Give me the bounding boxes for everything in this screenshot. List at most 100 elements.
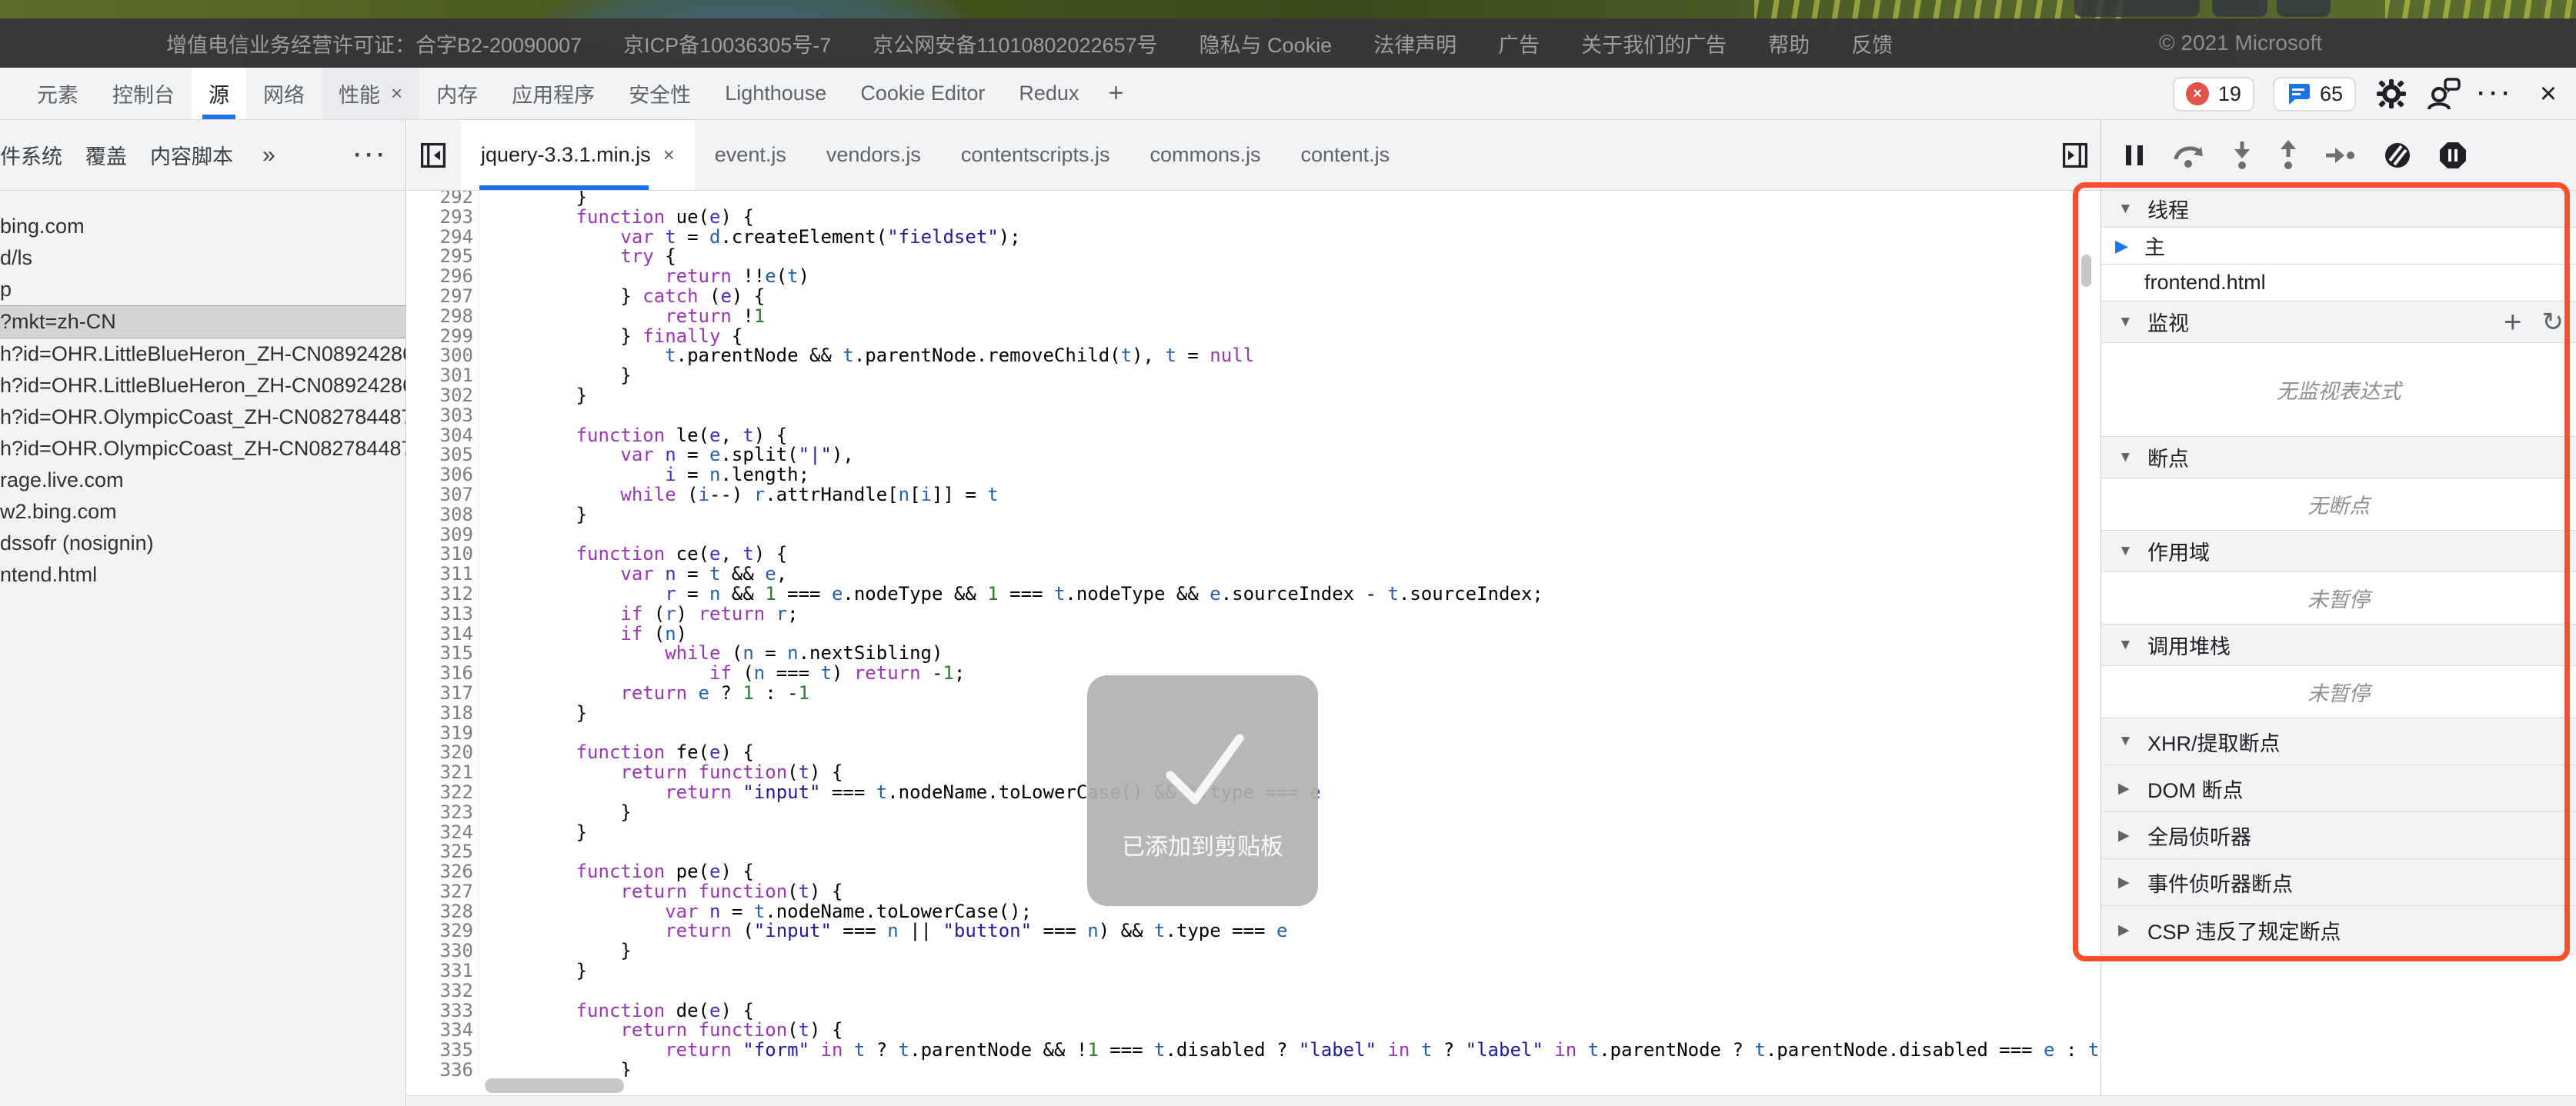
file-tree-item[interactable]: p: [0, 274, 405, 305]
line-number[interactable]: 302: [407, 386, 479, 406]
line-number[interactable]: 293: [407, 208, 479, 228]
sidebar-section-header[interactable]: ▼断点: [2101, 437, 2576, 478]
line-number[interactable]: 315: [407, 644, 479, 664]
line-number[interactable]: 306: [407, 465, 479, 485]
thread-item[interactable]: ▶主: [2101, 228, 2576, 265]
navigator-tab[interactable]: 覆盖: [85, 140, 150, 170]
file-tree-item[interactable]: h?id=OHR.OlympicCoast_ZH-CN0827844876_19: [0, 401, 405, 433]
sidebar-section-header[interactable]: ▶DOM 断点: [2101, 765, 2576, 812]
line-number[interactable]: 305: [407, 445, 479, 465]
line-number[interactable]: 319: [407, 724, 479, 744]
bing-footer-link[interactable]: 京公网安备11010802022657号: [873, 28, 1157, 58]
file-tree-item[interactable]: h?id=OHR.OlympicCoast_ZH-CN0827844876_UH: [0, 433, 405, 465]
file-tree-item[interactable]: h?id=OHR.LittleBlueHeron_ZH-CN0892428603…: [0, 338, 405, 370]
pause-script-icon[interactable]: [2123, 142, 2146, 168]
line-number[interactable]: 320: [407, 743, 479, 763]
step-out-icon[interactable]: [2278, 140, 2298, 171]
line-number[interactable]: 299: [407, 327, 479, 347]
file-tree-item[interactable]: h?id=OHR.LittleBlueHeron_ZH-CN0892428603…: [0, 370, 405, 401]
line-number[interactable]: 321: [407, 763, 479, 783]
deactivate-breakpoints-icon[interactable]: [2383, 141, 2412, 170]
line-number[interactable]: 308: [407, 505, 479, 525]
sidebar-section-header[interactable]: ▼XHR/提取断点: [2101, 718, 2576, 765]
line-number[interactable]: 326: [407, 862, 479, 882]
sidebar-section-header[interactable]: ▼监视+↻: [2101, 301, 2576, 343]
line-number[interactable]: 317: [407, 684, 479, 704]
issues-count-badge[interactable]: 65: [2273, 77, 2356, 112]
line-number[interactable]: 309: [407, 525, 479, 545]
line-number[interactable]: 294: [407, 228, 479, 248]
bing-footer-link[interactable]: 帮助: [1768, 28, 1810, 58]
line-number[interactable]: 303: [407, 406, 479, 426]
close-devtools-icon[interactable]: ×: [2531, 77, 2565, 111]
file-tree-item[interactable]: rage.live.com: [0, 465, 405, 496]
line-number[interactable]: 295: [407, 247, 479, 267]
bing-footer-link[interactable]: 京ICP备10036305号-7: [623, 28, 831, 58]
bing-footer-link[interactable]: 法律声明: [1373, 28, 1457, 58]
navigator-tab[interactable]: 内容脚本: [150, 140, 256, 170]
line-number[interactable]: 301: [407, 366, 479, 386]
bing-hotspot-button[interactable]: [2277, 0, 2331, 17]
line-number[interactable]: 292: [407, 191, 479, 208]
devtools-tab-控制台[interactable]: 控制台: [95, 68, 192, 119]
devtools-tab-内存[interactable]: 内存: [419, 68, 495, 119]
devtools-tab-安全性[interactable]: 安全性: [612, 68, 708, 119]
devtools-tab-Cookie Editor[interactable]: Cookie Editor: [843, 68, 1002, 119]
bing-footer-link[interactable]: 广告: [1498, 28, 1540, 58]
line-number[interactable]: 314: [407, 625, 479, 645]
navigator-menu-icon[interactable]: ···: [354, 142, 389, 168]
line-number[interactable]: 324: [407, 823, 479, 843]
bing-footer-link[interactable]: 关于我们的广告: [1581, 28, 1727, 58]
file-tree-item[interactable]: ?mkt=zh-CN: [0, 305, 405, 338]
line-number[interactable]: 327: [407, 882, 479, 902]
line-number[interactable]: 296: [407, 267, 479, 287]
sidebar-section-header[interactable]: ▶CSP 违反了规定断点: [2101, 906, 2576, 955]
editor-tab[interactable]: commons.js: [1130, 120, 1280, 190]
file-tree-item[interactable]: d/ls: [0, 242, 405, 274]
step-over-icon[interactable]: [2172, 141, 2206, 170]
editor-tab[interactable]: jquery-3.3.1.min.js×: [461, 120, 695, 190]
navigator-tab[interactable]: 件系统: [0, 140, 85, 170]
devtools-tab-Lighthouse[interactable]: Lighthouse: [708, 68, 843, 119]
more-tabs-chevron[interactable]: »: [262, 142, 275, 168]
add-watch-icon[interactable]: +: [2504, 307, 2521, 338]
line-number[interactable]: 330: [407, 941, 479, 961]
line-number[interactable]: 334: [407, 1021, 479, 1041]
devtools-tab-源[interactable]: 源: [192, 68, 246, 119]
sidebar-empty-state[interactable]: 无监视表达式: [2101, 343, 2576, 437]
line-number[interactable]: 318: [407, 704, 479, 724]
code-editor[interactable]: 292 }293 function ue(e) {294 var t = d.c…: [407, 191, 2101, 1106]
bing-footer-link[interactable]: 增值电信业务经营许可证：合字B2-20090007: [166, 28, 582, 58]
line-number[interactable]: 316: [407, 664, 479, 684]
line-number[interactable]: 313: [407, 605, 479, 625]
line-number[interactable]: 335: [407, 1041, 479, 1061]
line-number[interactable]: 329: [407, 921, 479, 941]
thread-item[interactable]: frontend.html: [2101, 265, 2576, 301]
devtools-tab-网络[interactable]: 网络: [246, 68, 322, 119]
bing-footer-link[interactable]: 反馈: [1851, 28, 1893, 58]
file-tree-item[interactable]: bing.com: [0, 211, 405, 242]
show-debugger-icon[interactable]: [2061, 120, 2089, 191]
line-number[interactable]: 310: [407, 545, 479, 565]
bing-hotspot-button[interactable]: [2212, 0, 2267, 17]
devtools-tab-元素[interactable]: 元素: [20, 68, 95, 119]
editor-tab[interactable]: content.js: [1281, 120, 1410, 190]
hide-navigator-icon[interactable]: [407, 120, 461, 190]
more-menu-icon[interactable]: ···: [2479, 77, 2513, 111]
sidebar-section-header[interactable]: ▼作用域: [2101, 531, 2576, 572]
sidebar-section-header[interactable]: ▶全局侦听器: [2101, 812, 2576, 859]
line-number[interactable]: 322: [407, 783, 479, 803]
line-number[interactable]: 323: [407, 803, 479, 823]
line-number[interactable]: 298: [407, 307, 479, 327]
bing-footer-link[interactable]: 隐私与 Cookie: [1200, 28, 1333, 58]
bing-hotspot-button[interactable]: [2074, 0, 2200, 17]
sidebar-section-header[interactable]: ▼线程: [2101, 191, 2576, 228]
step-icon[interactable]: [2324, 146, 2357, 165]
settings-gear-icon[interactable]: [2374, 77, 2408, 111]
file-tree-item[interactable]: ntend.html: [0, 559, 405, 591]
line-number[interactable]: 304: [407, 426, 479, 446]
close-tab-icon[interactable]: ×: [391, 82, 402, 105]
pause-on-exceptions-icon[interactable]: [2438, 141, 2468, 170]
step-into-icon[interactable]: [2232, 140, 2252, 171]
sidebar-section-header[interactable]: ▼调用堆栈: [2101, 625, 2576, 666]
